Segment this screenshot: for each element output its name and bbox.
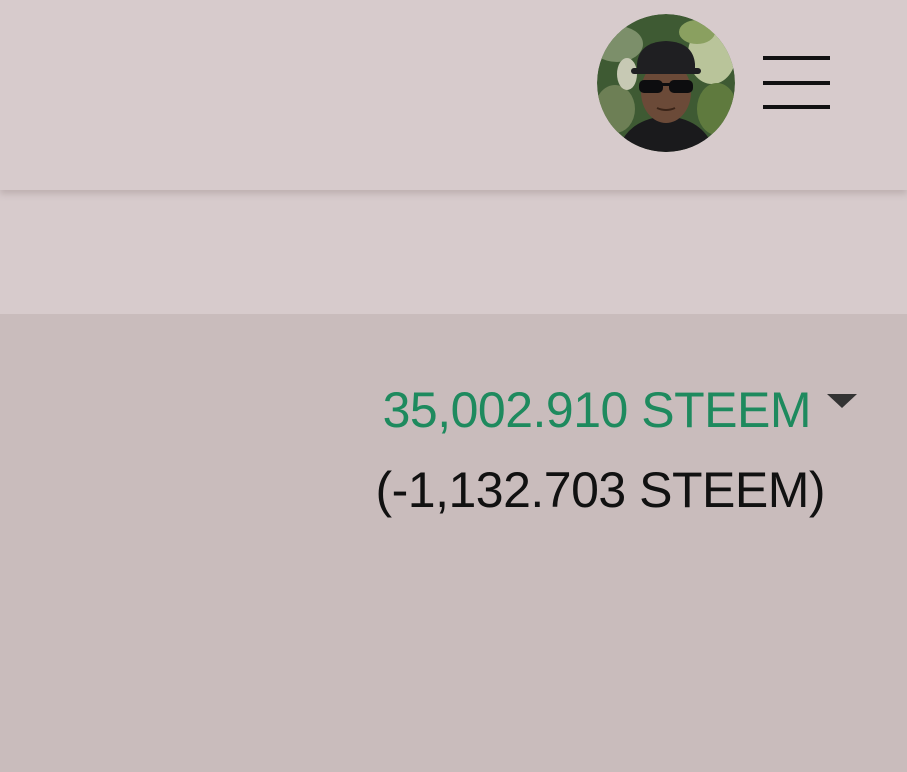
balance-dropdown[interactable]: 35,002.910 STEEM: [383, 380, 857, 440]
caret-down-icon[interactable]: [827, 394, 857, 408]
menu-bar-middle: [763, 81, 830, 85]
subheader-band: [0, 190, 907, 314]
steem-balance: 35,002.910 STEEM: [382, 382, 812, 438]
hamburger-menu-icon[interactable]: [758, 50, 836, 116]
menu-bar-top: [763, 56, 830, 60]
top-header: [0, 0, 907, 190]
user-avatar[interactable]: [597, 14, 735, 152]
avatar-photo: [597, 14, 735, 152]
balance-change: (-1,132.703 STEEM): [375, 462, 825, 518]
menu-bar-bottom: [763, 105, 830, 109]
wallet-content: 35,002.910 STEEM (-1,132.703 STEEM): [0, 314, 907, 772]
